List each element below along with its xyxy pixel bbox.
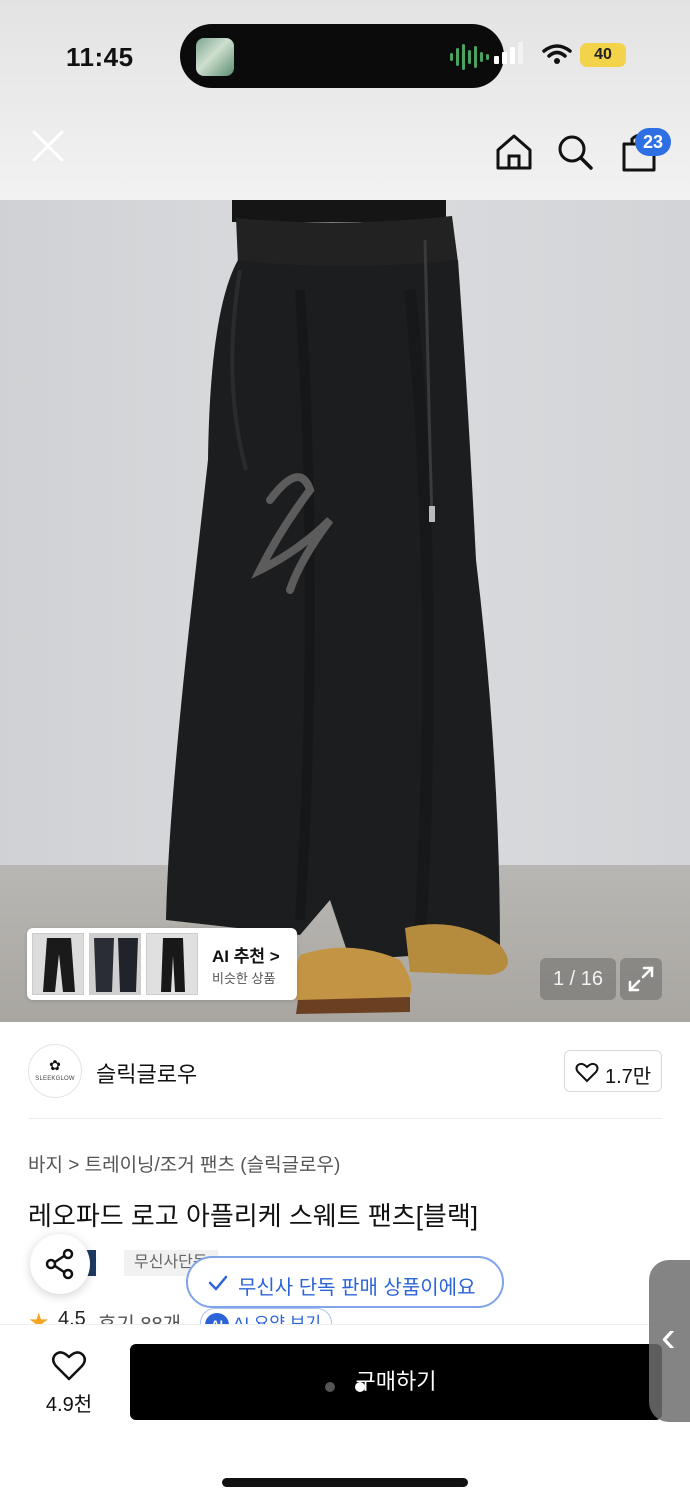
dot (325, 1382, 335, 1392)
brand-name[interactable]: 슬릭글로우 (96, 1057, 197, 1089)
exclusive-notice-text: 무신사 단독 판매 상품이에요 (238, 1277, 476, 1299)
heart-icon (575, 1062, 599, 1083)
status-time: 11:45 (66, 42, 134, 72)
home-icon[interactable] (494, 132, 534, 172)
brand-like-count: 1.7만 (605, 1066, 652, 1088)
chevron-left-icon: ‹ (661, 1312, 676, 1361)
product-photo (0, 200, 690, 1022)
product-title: 레오파드 로고 아플리케 스웨트 팬츠[블랙] (28, 1201, 478, 1231)
exclusive-notice-toast: 무신사 단독 판매 상품이에요 (186, 1256, 504, 1308)
close-icon[interactable] (26, 124, 70, 168)
side-panel-handle[interactable]: ‹ (649, 1260, 690, 1422)
home-indicator[interactable] (222, 1478, 468, 1487)
brand-mark-icon: ✿ (49, 1057, 61, 1073)
brand-like-button[interactable]: 1.7만 (564, 1050, 662, 1092)
share-icon (45, 1248, 74, 1280)
signal-icon (494, 42, 523, 64)
brand-logo[interactable]: ✿ SLEEKGLOW (28, 1044, 82, 1098)
rating-row[interactable]: ★ 4.5 후기 88개 AI AI 요약 보기 (28, 1306, 662, 1326)
battery-indicator: 40 (580, 43, 626, 67)
recommendation-thumbnail (89, 933, 141, 995)
dynamic-island (180, 24, 504, 88)
dot (355, 1382, 365, 1392)
ai-reco-subtitle: 비슷한 상품 (212, 971, 276, 986)
image-counter: 1 / 16 (540, 958, 616, 1000)
divider (28, 1118, 662, 1119)
wishlist-count: 4.9천 (45, 1394, 93, 1416)
now-playing-thumbnail (196, 38, 234, 76)
expand-icon[interactable] (620, 958, 662, 1000)
wifi-icon (542, 44, 572, 64)
product-image[interactable] (0, 200, 690, 1022)
recommendation-thumbnail (32, 933, 84, 995)
breadcrumb[interactable]: 바지 > 트레이닝/조거 팬츠 (슬릭글로우) (28, 1150, 340, 1177)
ai-recommendation-card[interactable]: AI 추천 > 비슷한 상품 (27, 928, 297, 1000)
check-icon (208, 1275, 228, 1291)
heart-icon (52, 1351, 86, 1381)
audio-wave-icon (450, 44, 489, 70)
buy-button[interactable]: 구매하기 (130, 1344, 662, 1420)
share-button[interactable] (30, 1234, 90, 1294)
overlay-dots (325, 1382, 365, 1394)
recommendation-thumbnail (146, 933, 198, 995)
cart-count-badge: 23 (635, 128, 671, 156)
search-icon[interactable] (556, 133, 594, 171)
ai-reco-title: AI 추천 > (212, 947, 280, 966)
brand-logo-text: SLEEKGLOW (35, 1076, 75, 1082)
wishlist-button[interactable]: 4.9천 (28, 1346, 110, 1418)
